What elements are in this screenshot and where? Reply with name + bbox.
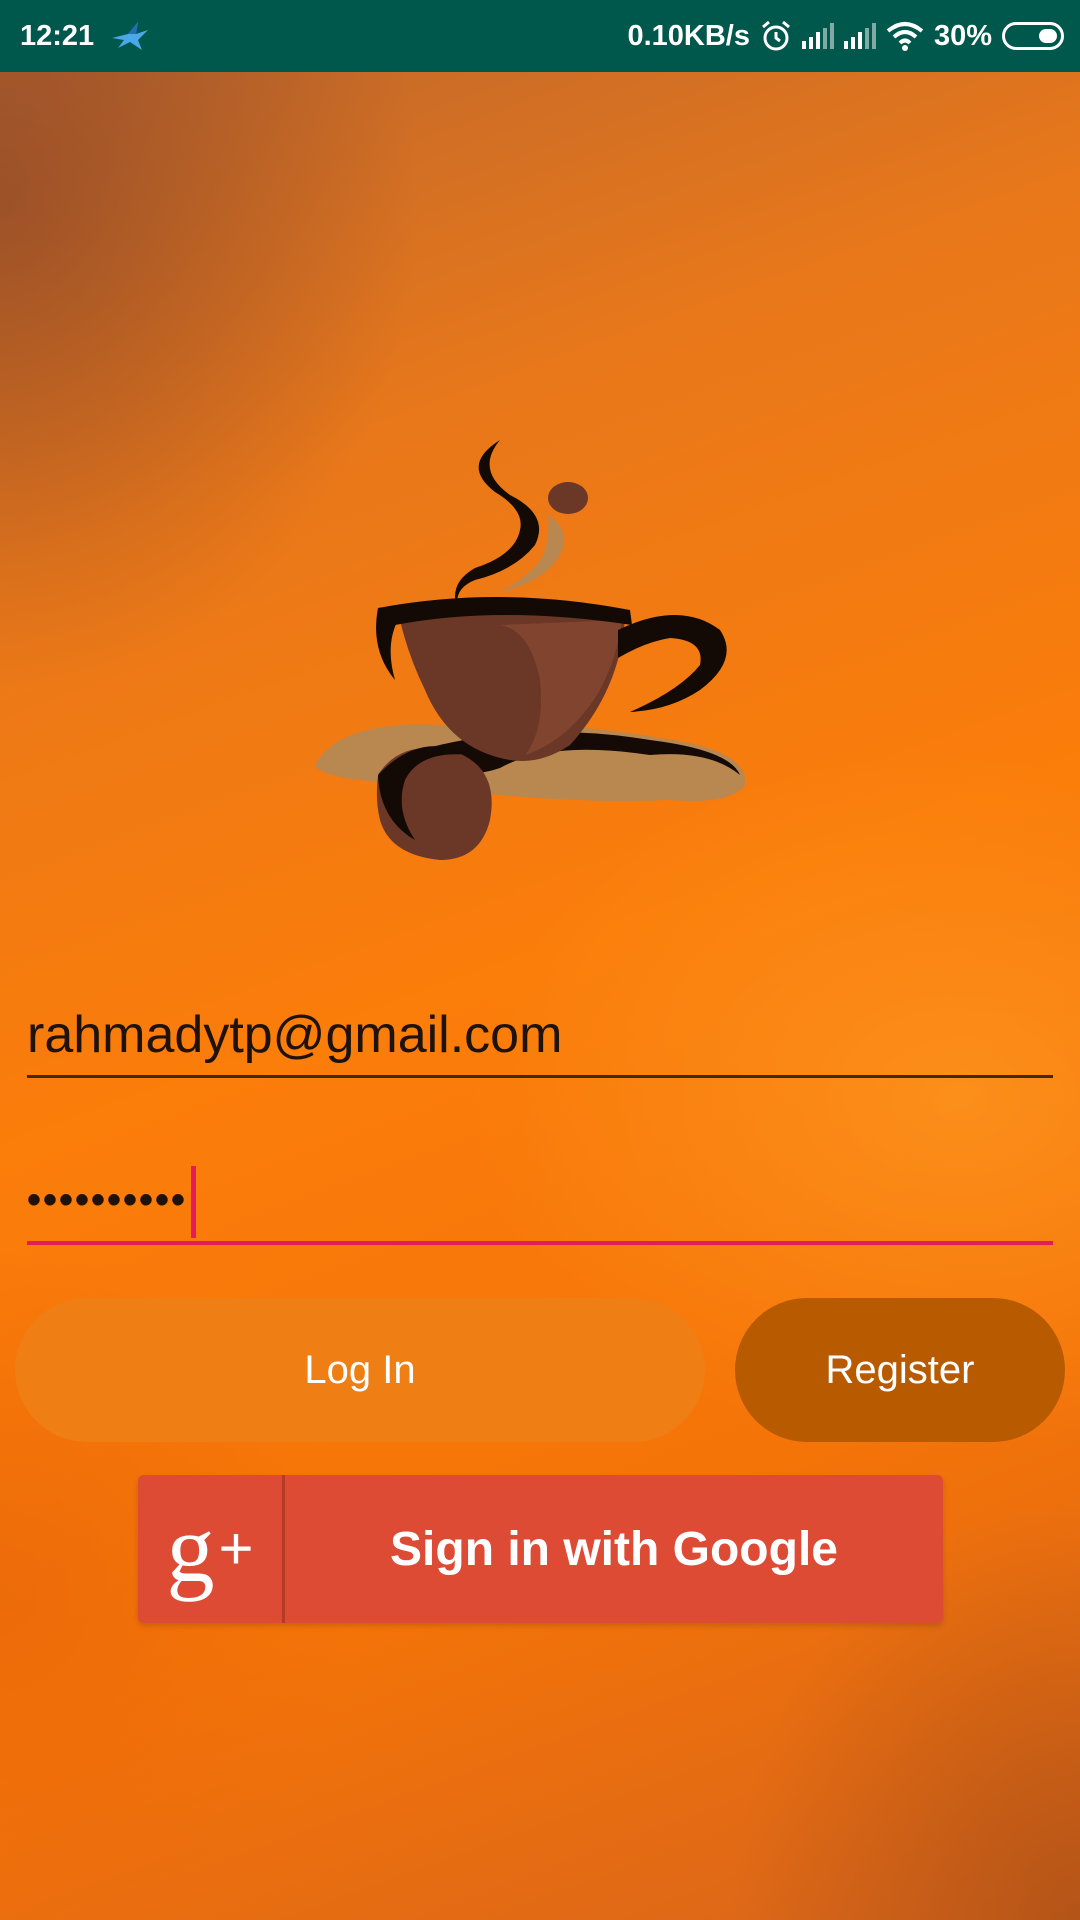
- signal-icon: [801, 23, 834, 49]
- google-sign-in-label: Sign in with Google: [390, 1522, 838, 1576]
- background-image: [0, 0, 1080, 1920]
- password-underline: [27, 1241, 1053, 1245]
- email-field[interactable]: rahmadytp@gmail.com: [27, 1005, 1053, 1078]
- register-button[interactable]: Register: [735, 1298, 1065, 1442]
- status-time: 12:21: [20, 19, 95, 52]
- password-input-value[interactable]: ••••••••••: [27, 1178, 187, 1222]
- wifi-icon: [886, 22, 924, 51]
- email-input-value[interactable]: rahmadytp@gmail.com: [27, 1005, 1053, 1065]
- google-plus-icon-plus: +: [218, 1515, 254, 1582]
- battery-icon: [1002, 22, 1064, 50]
- coffee-cup-logo: [315, 440, 746, 860]
- google-plus-icon: g +: [138, 1475, 285, 1623]
- password-field[interactable]: ••••••••••: [27, 1165, 1053, 1245]
- email-underline: [27, 1075, 1053, 1078]
- status-bar: 12:21 0.10KB/s 30%: [0, 0, 1080, 72]
- signal-icon: [843, 23, 876, 49]
- alarm-icon: [761, 20, 790, 51]
- google-sign-in-button[interactable]: g + Sign in with Google: [138, 1475, 943, 1623]
- register-button-label: Register: [825, 1347, 975, 1392]
- bird-notification-icon: [112, 22, 149, 50]
- login-button-label: Log In: [304, 1347, 416, 1392]
- text-cursor: [191, 1166, 197, 1239]
- login-button[interactable]: Log In: [15, 1298, 705, 1442]
- battery-percent: 30%: [933, 19, 992, 52]
- network-speed: 0.10KB/s: [627, 19, 750, 52]
- password-input[interactable]: ••••••••••: [27, 1165, 1053, 1239]
- google-plus-icon-letter: g: [166, 1495, 215, 1602]
